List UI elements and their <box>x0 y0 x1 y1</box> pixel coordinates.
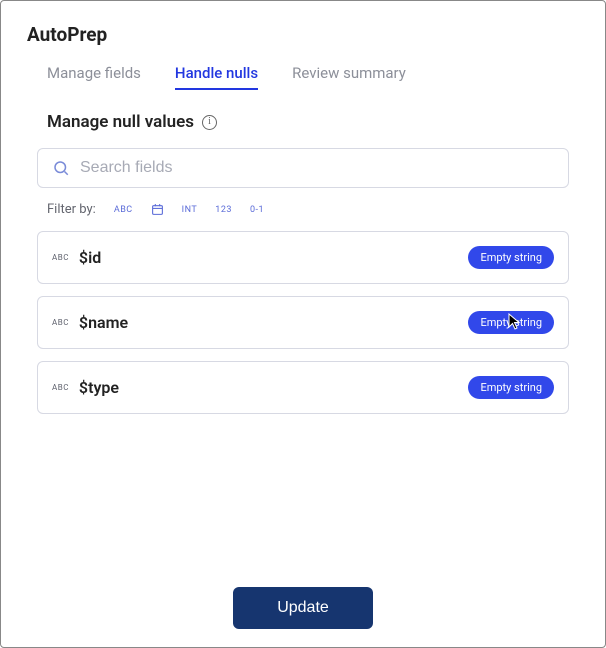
tab-manage-fields[interactable]: Manage fields <box>47 64 141 90</box>
field-list: ABC$idEmpty stringABC$nameEmpty stringAB… <box>31 231 575 414</box>
info-icon[interactable]: i <box>202 115 217 130</box>
filter-chip-date[interactable] <box>151 203 164 216</box>
filter-label: Filter by: <box>47 202 96 217</box>
filter-chip-int[interactable]: INT <box>182 205 198 215</box>
footer: Update <box>27 575 579 629</box>
field-name: $name <box>79 313 459 332</box>
tabs: Manage fields Handle nulls Review summary <box>27 64 579 90</box>
null-handling-pill[interactable]: Empty string <box>468 311 554 334</box>
filter-chip-abc[interactable]: ABC <box>114 205 133 215</box>
null-handling-pill[interactable]: Empty string <box>468 246 554 269</box>
tab-review-summary[interactable]: Review summary <box>292 64 406 90</box>
field-type-badge: ABC <box>52 253 69 262</box>
content-area: Filter by: ABC INT 123 0-1 ABC $id Empty s… <box>27 148 579 414</box>
null-handling-pill[interactable]: Empty string <box>468 376 554 399</box>
field-name: $type <box>79 378 459 397</box>
field-row[interactable]: ABC $id Empty string <box>37 231 569 284</box>
field-name: $id <box>79 248 459 267</box>
section-title: Manage null values <box>47 112 194 132</box>
tab-handle-nulls[interactable]: Handle nulls <box>175 64 258 90</box>
field-row[interactable]: ABC $type Empty string <box>37 361 569 414</box>
field-type-badge: ABC <box>52 383 69 392</box>
filter-chip-01[interactable]: 0-1 <box>250 205 264 215</box>
search-field-wrap[interactable] <box>37 148 569 188</box>
calendar-icon <box>151 203 164 216</box>
field-row[interactable]: ABC $name Empty string <box>37 296 569 349</box>
search-input[interactable] <box>80 159 554 177</box>
filter-row: Filter by: ABC INT 123 0-1 <box>31 202 575 217</box>
app-title: AutoPrep <box>27 23 579 46</box>
search-icon <box>52 159 70 177</box>
filter-chip-123[interactable]: 123 <box>215 205 232 215</box>
field-type-badge: ABC <box>52 318 69 327</box>
section-header: Manage null values i <box>27 112 579 132</box>
update-button[interactable]: Update <box>233 587 373 629</box>
